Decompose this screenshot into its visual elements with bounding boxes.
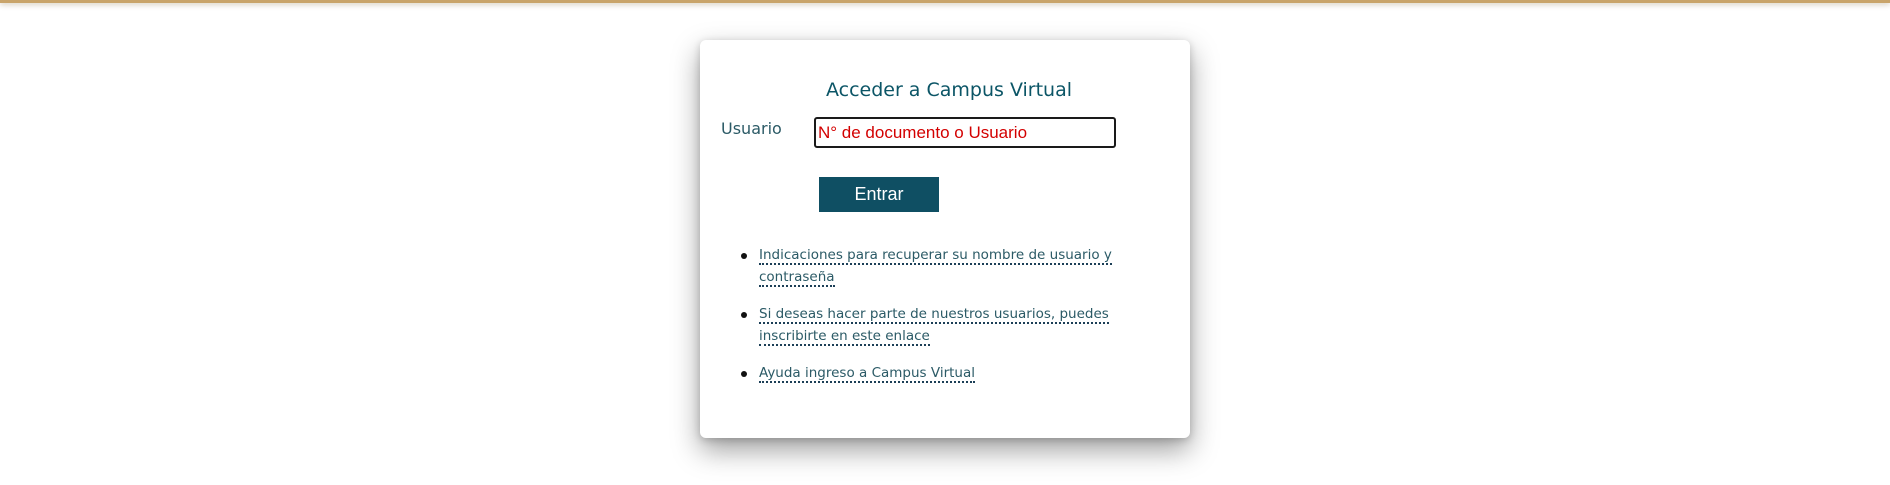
username-input[interactable] [814,117,1116,148]
top-accent-bar [0,0,1890,3]
list-item: Ayuda ingreso a Campus Virtual [740,362,1170,384]
enter-button[interactable]: Entrar [819,177,939,212]
username-label: Usuario [721,119,782,138]
list-item: Indicaciones para recuperar su nombre de… [740,244,1170,288]
login-help-link[interactable]: Ayuda ingreso a Campus Virtual [759,365,975,383]
register-link[interactable]: Si deseas hacer parte de nuestros usuari… [759,306,1109,346]
help-links-list: Indicaciones para recuperar su nombre de… [720,244,1170,399]
login-title: Acceder a Campus Virtual [825,79,1073,101]
list-item: Si deseas hacer parte de nuestros usuari… [740,303,1170,347]
recover-credentials-link[interactable]: Indicaciones para recuperar su nombre de… [759,247,1112,287]
login-card: Acceder a Campus Virtual Usuario Entrar … [700,40,1190,438]
